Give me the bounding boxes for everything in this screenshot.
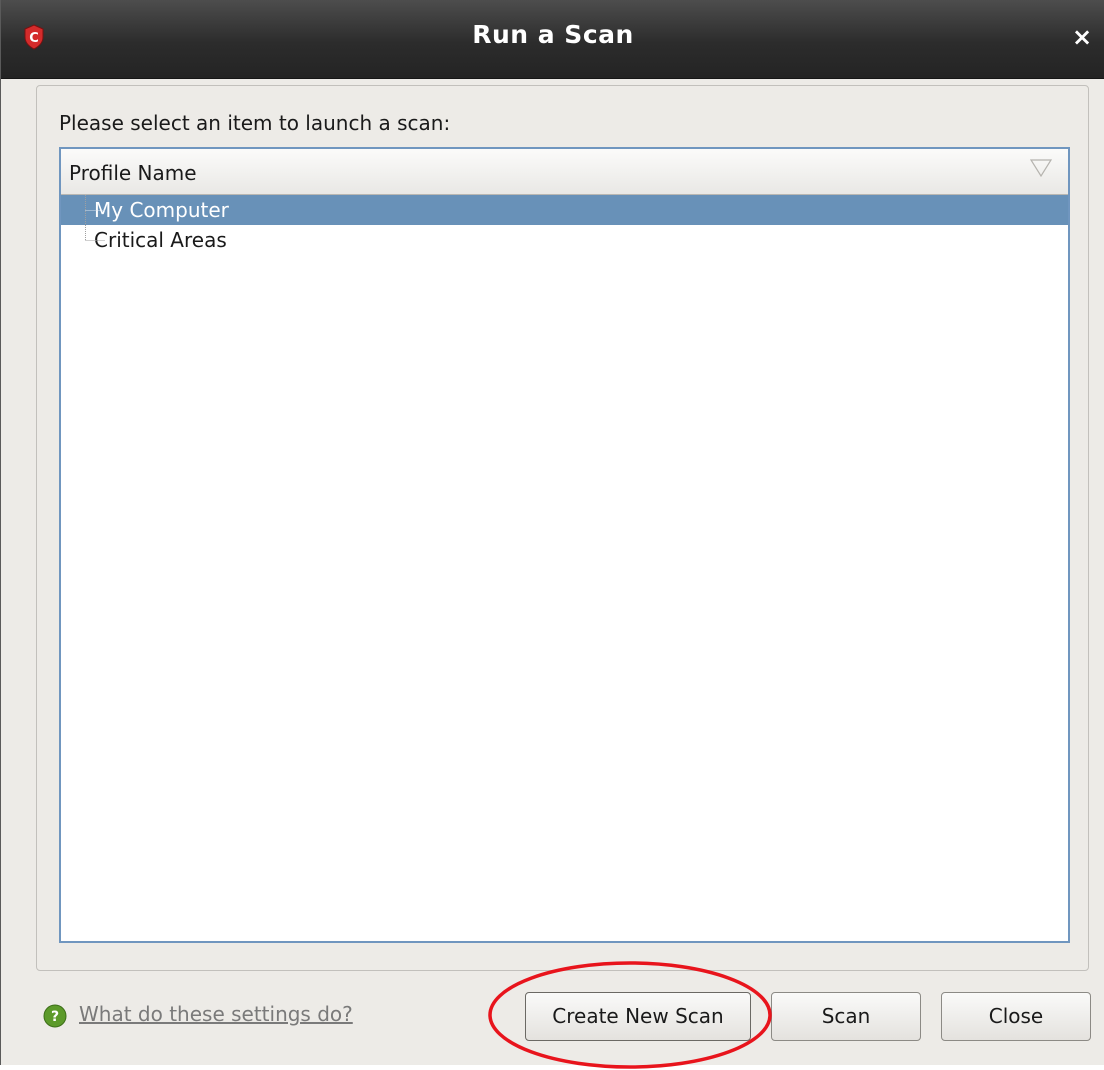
profile-list[interactable]: Profile Name My Computer Critical Areas [59, 147, 1070, 943]
sort-arrow-icon[interactable] [1030, 159, 1052, 177]
select-item-prompt: Please select an item to launch a scan: [59, 111, 451, 135]
list-item-my-computer[interactable]: My Computer [61, 195, 1068, 225]
list-item-label: My Computer [94, 198, 229, 222]
title-bar: C Run a Scan × [1, 0, 1104, 79]
settings-help-link[interactable]: What do these settings do? [79, 1002, 353, 1026]
list-item-critical-areas[interactable]: Critical Areas [61, 225, 1068, 255]
column-header-label: Profile Name [69, 161, 197, 185]
run-scan-dialog: C Run a Scan × Please select an item to … [0, 0, 1104, 1069]
create-new-scan-button[interactable]: Create New Scan [525, 992, 751, 1041]
svg-text:?: ? [51, 1009, 59, 1025]
list-item-label: Critical Areas [94, 228, 227, 252]
window-title: Run a Scan [472, 20, 634, 49]
profile-name-column-header[interactable]: Profile Name [61, 149, 1068, 195]
help-icon[interactable]: ? [43, 1004, 67, 1028]
close-button[interactable]: Close [941, 992, 1091, 1041]
close-icon[interactable]: × [1069, 24, 1095, 50]
scan-button[interactable]: Scan [771, 992, 921, 1041]
